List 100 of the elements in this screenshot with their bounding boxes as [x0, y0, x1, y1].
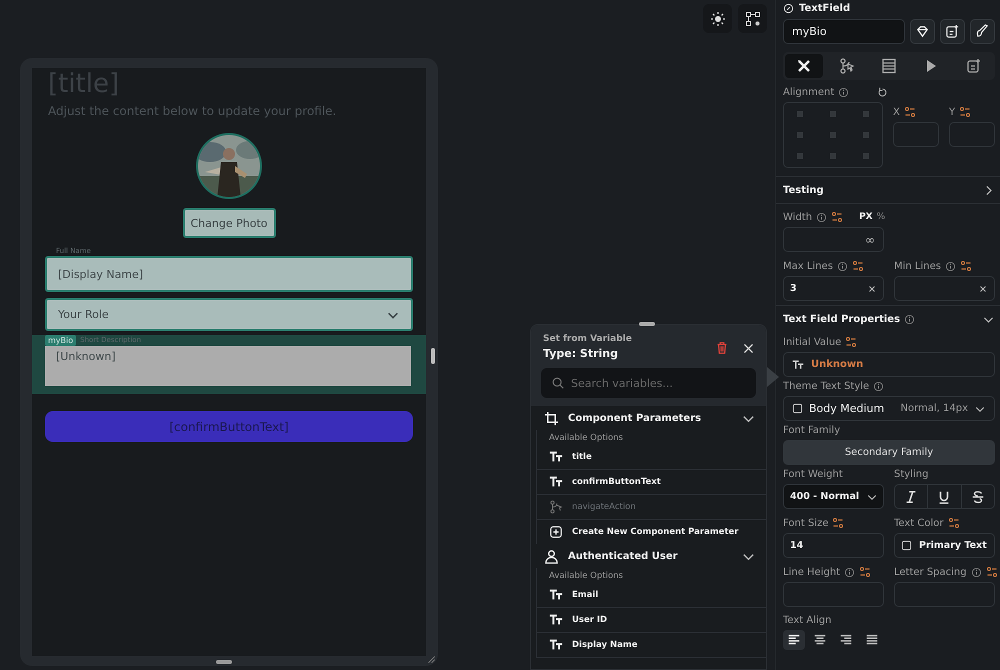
variable-icon[interactable]	[859, 566, 872, 578]
action-icon	[549, 500, 563, 514]
reset-icon[interactable]	[877, 87, 888, 98]
info-icon	[816, 212, 828, 222]
font-weight-dropdown[interactable]: 400 - Normal	[783, 484, 884, 509]
variable-icon[interactable]	[831, 211, 844, 223]
note-plus-icon	[945, 24, 960, 39]
info-icon	[836, 260, 848, 272]
field-label: Max Lines	[783, 260, 833, 272]
unit-toggle[interactable]: PX	[859, 212, 873, 222]
max-lines-field[interactable]: 3	[783, 276, 884, 301]
change-photo-button[interactable]: Change Photo	[182, 208, 276, 238]
checkbox-icon	[901, 540, 912, 551]
field-label: Y	[949, 106, 956, 118]
section-header[interactable]: Testing	[783, 177, 995, 203]
nodes-icon	[744, 10, 760, 26]
line-height-field[interactable]	[783, 582, 884, 607]
align-left-icon	[787, 633, 801, 647]
width-field[interactable]: ∞	[783, 227, 884, 252]
note-plus-icon	[966, 58, 982, 74]
diamond-icon	[915, 24, 930, 39]
widget-name-field[interactable]: myBio	[783, 19, 905, 44]
popup-title: Type: String	[543, 347, 620, 360]
variable-icon[interactable]	[948, 517, 960, 529]
close-icon	[742, 342, 754, 354]
field-value: Your Role	[58, 308, 109, 321]
variable-item[interactable]: title	[537, 445, 766, 470]
info-icon	[844, 566, 856, 578]
clear-icon[interactable]	[867, 284, 877, 294]
section-header[interactable]: Text Field Properties	[783, 306, 995, 332]
properties-tab[interactable]	[785, 54, 824, 78]
variable-item[interactable]: User ID	[537, 608, 766, 633]
info-icon	[970, 566, 982, 578]
field-label: X	[893, 106, 900, 118]
text-type-icon	[549, 450, 563, 464]
y-field[interactable]	[949, 122, 995, 147]
info-icon	[944, 260, 956, 272]
text-color-field[interactable]: Primary Text	[894, 533, 995, 558]
tree-button[interactable]	[738, 4, 767, 33]
rows-icon	[881, 58, 898, 74]
text-align-button[interactable]	[783, 630, 805, 650]
info-icon	[904, 314, 916, 324]
variable-icon[interactable]	[960, 260, 972, 272]
theme-style-dropdown[interactable]: Body Medium Normal, 14px	[783, 396, 995, 421]
variable-item[interactable]: confirmButtonText	[537, 470, 766, 495]
widget-name-tag: myBio	[45, 335, 76, 346]
unit-toggle[interactable]: %	[876, 212, 886, 222]
align-center-icon	[813, 633, 827, 647]
text-type-icon	[549, 613, 563, 627]
variable-icon[interactable]	[845, 336, 858, 348]
clear-icon[interactable]	[978, 284, 988, 294]
font-size-field[interactable]: 14	[783, 533, 884, 558]
field-label: Font Family	[783, 425, 840, 436]
variable-item[interactable]: Display Name	[537, 633, 766, 658]
variable-item[interactable]: Create New Component Parameter	[537, 520, 766, 544]
search-field[interactable]: Search variables...	[541, 368, 756, 398]
add-button[interactable]	[940, 19, 965, 44]
x-field[interactable]	[893, 122, 939, 147]
style-button[interactable]	[970, 19, 995, 44]
section-caption: Available Options	[548, 570, 624, 583]
variable-icon[interactable]	[959, 106, 972, 118]
field-label: Min Lines	[894, 260, 941, 272]
initial-value-field[interactable]: Unknown	[783, 352, 995, 377]
variable-item[interactable]: Email	[537, 583, 766, 608]
drag-handle[interactable]	[639, 322, 655, 326]
variable-icon[interactable]	[986, 566, 998, 578]
theme-button[interactable]	[703, 4, 732, 33]
trash-icon	[715, 341, 729, 355]
section-caption: Available Options	[548, 432, 624, 445]
text-field[interactable]: [Unknown]	[45, 346, 411, 386]
field-label: Font Weight	[783, 469, 843, 480]
field-label: Width	[783, 212, 812, 222]
text-type-icon	[792, 358, 804, 370]
resize-handle[interactable]	[431, 348, 435, 364]
text-field[interactable]: [Display Name]	[45, 256, 413, 292]
field-label: Initial Value	[783, 336, 842, 348]
variable-icon[interactable]	[904, 106, 916, 118]
letter-spacing-field[interactable]	[894, 582, 995, 607]
edit-icon	[783, 3, 794, 14]
text-type-icon	[549, 588, 563, 602]
field-label: Letter Spacing	[894, 566, 967, 578]
variable-icon[interactable]	[852, 260, 864, 272]
strikethrough-icon	[970, 490, 985, 504]
search-icon	[551, 376, 565, 390]
min-lines-field[interactable]	[894, 276, 995, 301]
field-value: [Display Name]	[58, 268, 144, 280]
variable-icon[interactable]	[832, 517, 844, 529]
italic-icon	[904, 490, 918, 504]
widget-type: TextField	[799, 3, 850, 14]
resize-handle[interactable]	[216, 660, 232, 664]
field-label: Text Align	[783, 615, 832, 626]
font-family-button[interactable]: Secondary Family	[783, 440, 995, 465]
field-label: Alignment	[783, 87, 834, 98]
group-header[interactable]: Component Parameters	[531, 406, 766, 430]
field-label: Line Height	[783, 566, 840, 578]
role-dropdown[interactable]: Your Role	[45, 298, 413, 331]
underline-icon	[937, 490, 952, 504]
group-header[interactable]: Authenticated User	[531, 544, 766, 568]
crop-frame-icon	[544, 410, 559, 426]
premium-button[interactable]	[910, 19, 935, 44]
